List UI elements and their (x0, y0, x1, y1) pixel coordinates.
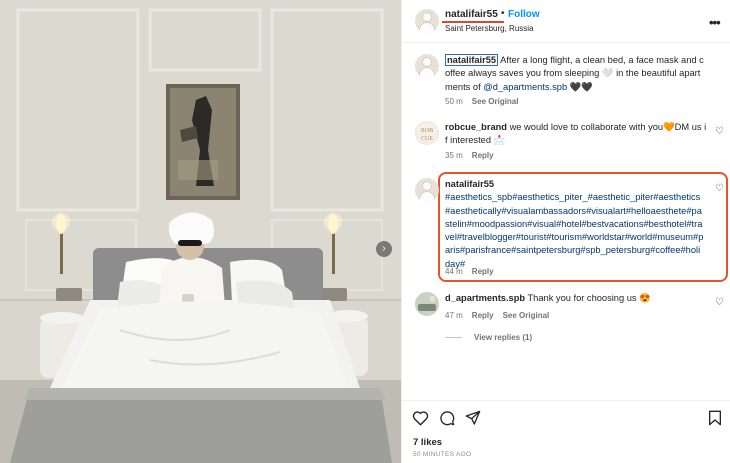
author-username[interactable]: natalifair55 (445, 9, 498, 20)
comment-time[interactable]: 47 m (445, 311, 463, 320)
comment-text: natalifair55 #aesthetics_spb#aesthetics_… (445, 178, 704, 271)
post-action-bar (402, 400, 730, 430)
reply-button[interactable]: Reply (472, 267, 494, 276)
like-comment-heart-icon[interactable]: ♡ (715, 126, 724, 137)
post-location[interactable]: Saint Petersburg, Russia (445, 24, 534, 33)
comment-username[interactable]: natalifair55 (445, 179, 494, 189)
replies-divider-line (445, 337, 462, 339)
comment-text: d_apartments.spb Thank you for choosing … (445, 292, 707, 305)
separator-dot: • (501, 8, 505, 19)
more-options-icon[interactable]: ••• (709, 15, 721, 30)
commenter-avatar[interactable] (415, 54, 439, 78)
comment-text: natalifair55 After a long flight, a clea… (445, 54, 707, 94)
commenter-avatar[interactable] (415, 292, 439, 316)
mention-link[interactable]: @d_apartments.spb (483, 82, 567, 92)
save-bookmark-icon[interactable] (708, 410, 722, 426)
comment-time[interactable]: 35 m (445, 151, 463, 160)
post-header: natalifair55 • Follow Saint Petersburg, … (402, 0, 730, 43)
comment-meta: 50 m See Original (445, 97, 518, 106)
comment-body: Thank you for choosing us 😍 (527, 293, 651, 303)
comment-meta: 47 m Reply See Original (445, 311, 549, 320)
commenter-avatar[interactable]: ROB CUE (415, 121, 439, 145)
see-original-button[interactable]: See Original (472, 97, 519, 106)
see-original-button[interactable]: See Original (503, 311, 550, 320)
like-comment-heart-icon[interactable]: ♡ (715, 183, 724, 194)
comment-text: robcue_brand we would love to collaborat… (445, 121, 707, 148)
hotel-bedroom-image (0, 0, 401, 463)
follow-button[interactable]: Follow (508, 9, 540, 20)
comment-username[interactable]: natalifair55 (445, 54, 499, 66)
reply-button[interactable]: Reply (472, 311, 494, 320)
share-send-icon[interactable] (465, 410, 481, 426)
commenter-avatar[interactable] (415, 178, 439, 202)
like-comment-heart-icon[interactable]: ♡ (715, 297, 724, 308)
avatar-logo-text: ROB CUE (420, 128, 434, 142)
comment-meta: 35 m Reply (445, 151, 494, 160)
post-side-panel: natalifair55 • Follow Saint Petersburg, … (401, 0, 730, 463)
reply-button[interactable]: Reply (472, 151, 494, 160)
next-photo-arrow-icon[interactable]: › (376, 241, 392, 257)
like-heart-icon[interactable] (412, 410, 429, 426)
view-replies-button[interactable]: View replies (1) (445, 333, 532, 342)
post-photo[interactable]: › (0, 0, 401, 463)
comment-username[interactable]: d_apartments.spb (445, 293, 525, 303)
username-underline-annotation (442, 21, 504, 23)
author-avatar[interactable] (415, 9, 439, 33)
hashtag-list[interactable]: #aesthetics_spb#aesthetics_piter_#aesthe… (445, 192, 703, 268)
comment-meta: 44 m Reply (445, 267, 494, 276)
comment-time[interactable]: 44 m (445, 267, 463, 276)
likes-count[interactable]: 7 likes (413, 437, 442, 448)
view-replies-label: View replies (1) (474, 333, 533, 342)
comment-body-end: 🖤🖤 (567, 81, 593, 92)
post-time-ago[interactable]: 50 MINUTES AGO (413, 451, 471, 458)
comment-username[interactable]: robcue_brand (445, 122, 507, 132)
comment-time[interactable]: 50 m (445, 97, 463, 106)
comment-bubble-icon[interactable] (439, 410, 455, 426)
